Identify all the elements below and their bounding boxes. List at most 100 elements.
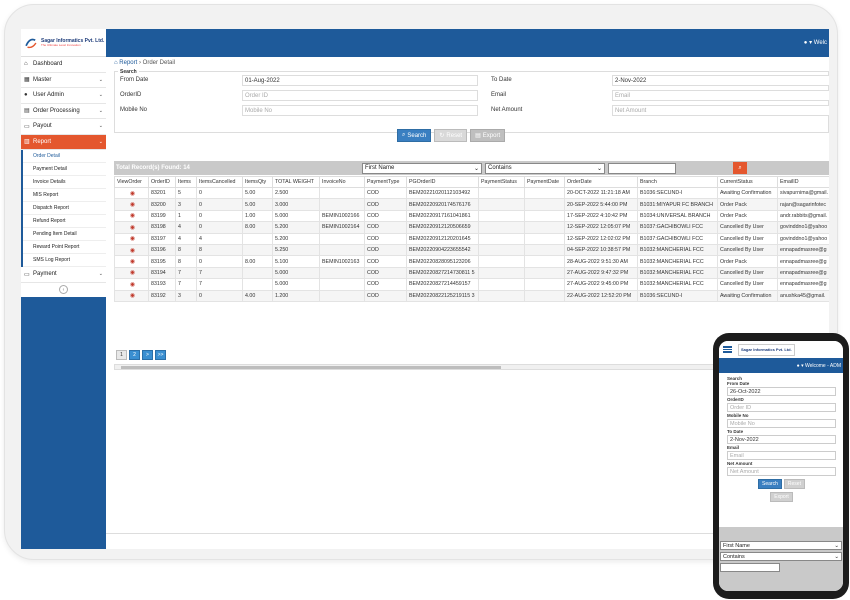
table-cell: COD: [364, 278, 407, 291]
to-date-input[interactable]: 2-Nov-2022: [612, 75, 829, 86]
page-1-button[interactable]: 1: [116, 350, 127, 360]
phone-email-label: Email: [727, 445, 740, 450]
submenu-reward-point-report[interactable]: Reward Point Report: [23, 241, 106, 254]
brand-tagline: The Ultimate Level Innovation: [41, 42, 81, 47]
user-icon: ● ▾: [796, 362, 805, 369]
phone-email-input[interactable]: Email: [727, 451, 836, 460]
page-2-button[interactable]: 2: [129, 350, 140, 360]
submenu-mis-report[interactable]: MIS Report: [23, 189, 106, 202]
eye-icon[interactable]: ◉: [130, 259, 135, 265]
submenu-dispatch-report[interactable]: Dispatch Report: [23, 202, 106, 215]
filter-search-button[interactable]: ⌕: [733, 162, 747, 174]
collapse-sidebar-button[interactable]: ‹: [21, 282, 106, 297]
table-cell: 7: [196, 278, 243, 291]
phone-search-form: Search From Date 26-Oct-2022 OrderID Ord…: [719, 373, 843, 502]
table-cell: 17-SEP-2022 4:10:42 PM: [564, 209, 638, 223]
eye-icon[interactable]: ◉: [130, 236, 135, 242]
table-cell: [478, 198, 525, 211]
table-cell: [319, 243, 365, 257]
table-cell: 12-SEP-2022 12:02:02 PM: [564, 232, 638, 245]
sidebar-item-dashboard[interactable]: ⌂ Dashboard: [21, 57, 106, 73]
eye-icon[interactable]: ◉: [130, 248, 135, 254]
breadcrumb-root[interactable]: Report: [119, 60, 137, 66]
table-cell: [478, 186, 525, 200]
submenu-payment-detail[interactable]: Payment Detail: [23, 163, 106, 176]
table-cell: [242, 232, 273, 245]
export-button-label: Export: [482, 132, 501, 139]
table-cell: [524, 266, 565, 280]
eye-icon[interactable]: ◉: [130, 225, 135, 231]
table-cell: 5.000: [272, 209, 320, 223]
eye-icon[interactable]: ◉: [130, 282, 135, 288]
phone-orderid-input[interactable]: Order ID: [727, 403, 836, 412]
last-page-button[interactable]: >>: [155, 350, 166, 360]
reset-button[interactable]: ↻ Reset: [434, 129, 468, 142]
hamburger-menu-icon[interactable]: [723, 346, 732, 353]
phone-filter-op-select[interactable]: Contains ⌄: [720, 552, 842, 561]
orderid-input[interactable]: Order ID: [242, 90, 478, 101]
submenu-pending-item-detail[interactable]: Pending Item Detail: [23, 228, 106, 241]
user-menu[interactable]: ● ▾ Welc: [804, 39, 827, 46]
column-header: EmailID: [777, 176, 829, 188]
mobile-input[interactable]: Mobile No: [242, 105, 478, 116]
filter-value-input[interactable]: [608, 162, 676, 174]
filter-field-select[interactable]: First Name ⌄: [362, 162, 482, 174]
table-cell: Awaiting Confirmation: [717, 186, 778, 200]
net-amount-input[interactable]: Net Amount: [612, 105, 829, 116]
view-order-cell: ◉: [114, 198, 149, 211]
table-row: ◉ 83198 4 0 8.00 5.200 BEMIN1002164 COD BEM20220…: [114, 221, 829, 234]
phone-reset-button[interactable]: Reset: [783, 479, 805, 489]
table-cell: COD: [364, 209, 407, 223]
phone-mobile-input[interactable]: Mobile No: [727, 419, 836, 428]
table-cell: BEM20220917161041861: [406, 209, 479, 223]
filter-operator-select[interactable]: Contains ⌄: [485, 162, 605, 174]
eye-icon[interactable]: ◉: [130, 202, 135, 208]
sidebar-item-user-admin[interactable]: ● User Admin ⌄: [21, 88, 106, 104]
table-cell: B1036:SECUND-I: [637, 186, 718, 200]
sidebar-item-payment[interactable]: ▭ Payment ⌄: [21, 267, 106, 283]
table-cell: 5: [175, 186, 197, 200]
eye-icon[interactable]: ◉: [130, 270, 135, 276]
view-order-cell: ◉: [114, 266, 149, 280]
search-button[interactable]: ⌕ Search: [397, 129, 432, 142]
next-page-button[interactable]: >: [142, 350, 153, 360]
table-cell: [478, 289, 525, 302]
table-cell: 83197: [148, 232, 176, 245]
phone-export-button[interactable]: Export: [770, 492, 793, 502]
table-cell: [319, 232, 365, 245]
eye-icon[interactable]: ◉: [130, 213, 135, 219]
scrollbar-thumb[interactable]: [121, 366, 501, 369]
phone-top-bar: ● ▾ Welcome - ADM: [719, 358, 843, 373]
submenu-invoice-details[interactable]: Invoice Details: [23, 176, 106, 189]
table-cell: 5.00: [242, 198, 273, 211]
sidebar-item-report[interactable]: ▥ Report ⌄: [21, 134, 106, 150]
column-header: PaymentDate: [524, 176, 565, 188]
submenu-order-detail[interactable]: Order Detail: [23, 150, 106, 163]
table-cell: BEM20221020112103492: [406, 186, 479, 200]
from-date-input[interactable]: 01-Aug-2022: [242, 75, 478, 86]
eye-icon[interactable]: ◉: [130, 293, 135, 299]
email-input[interactable]: Email: [612, 90, 829, 101]
export-button[interactable]: ▤ Export: [470, 129, 506, 142]
table-cell: 20-SEP-2022 5:44:00 PM: [564, 198, 638, 211]
table-cell: 1.00: [242, 209, 273, 223]
table-cell: 0: [196, 198, 243, 211]
table-cell: BEMIN1002166: [319, 209, 365, 223]
table-cell: BEMIN1002164: [319, 221, 365, 234]
table-cell: [478, 255, 525, 268]
phone-from-date-input[interactable]: 26-Oct-2022: [727, 387, 836, 396]
sidebar-item-order-processing[interactable]: ▤ Order Processing ⌄: [21, 104, 106, 119]
submenu-sms-log-report[interactable]: SMS Log Report: [23, 254, 106, 267]
phone-filter-value-input[interactable]: [720, 563, 780, 572]
sidebar-item-payout[interactable]: ▭ Payout ⌄: [21, 119, 106, 135]
eye-icon[interactable]: ◉: [130, 191, 135, 197]
phone-filter-field-select[interactable]: First Name ⌄: [720, 541, 842, 550]
phone-net-input[interactable]: Net Amount: [727, 467, 836, 476]
sidebar-item-master[interactable]: ▦ Master ⌄: [21, 73, 106, 88]
phone-search-button[interactable]: Search: [758, 479, 782, 489]
table-cell: [524, 221, 565, 234]
phone-to-date-input[interactable]: 2-Nov-2022: [727, 435, 836, 444]
table-cell: [242, 266, 273, 280]
search-legend: Search: [118, 69, 139, 75]
submenu-refund-report[interactable]: Refund Report: [23, 215, 106, 228]
